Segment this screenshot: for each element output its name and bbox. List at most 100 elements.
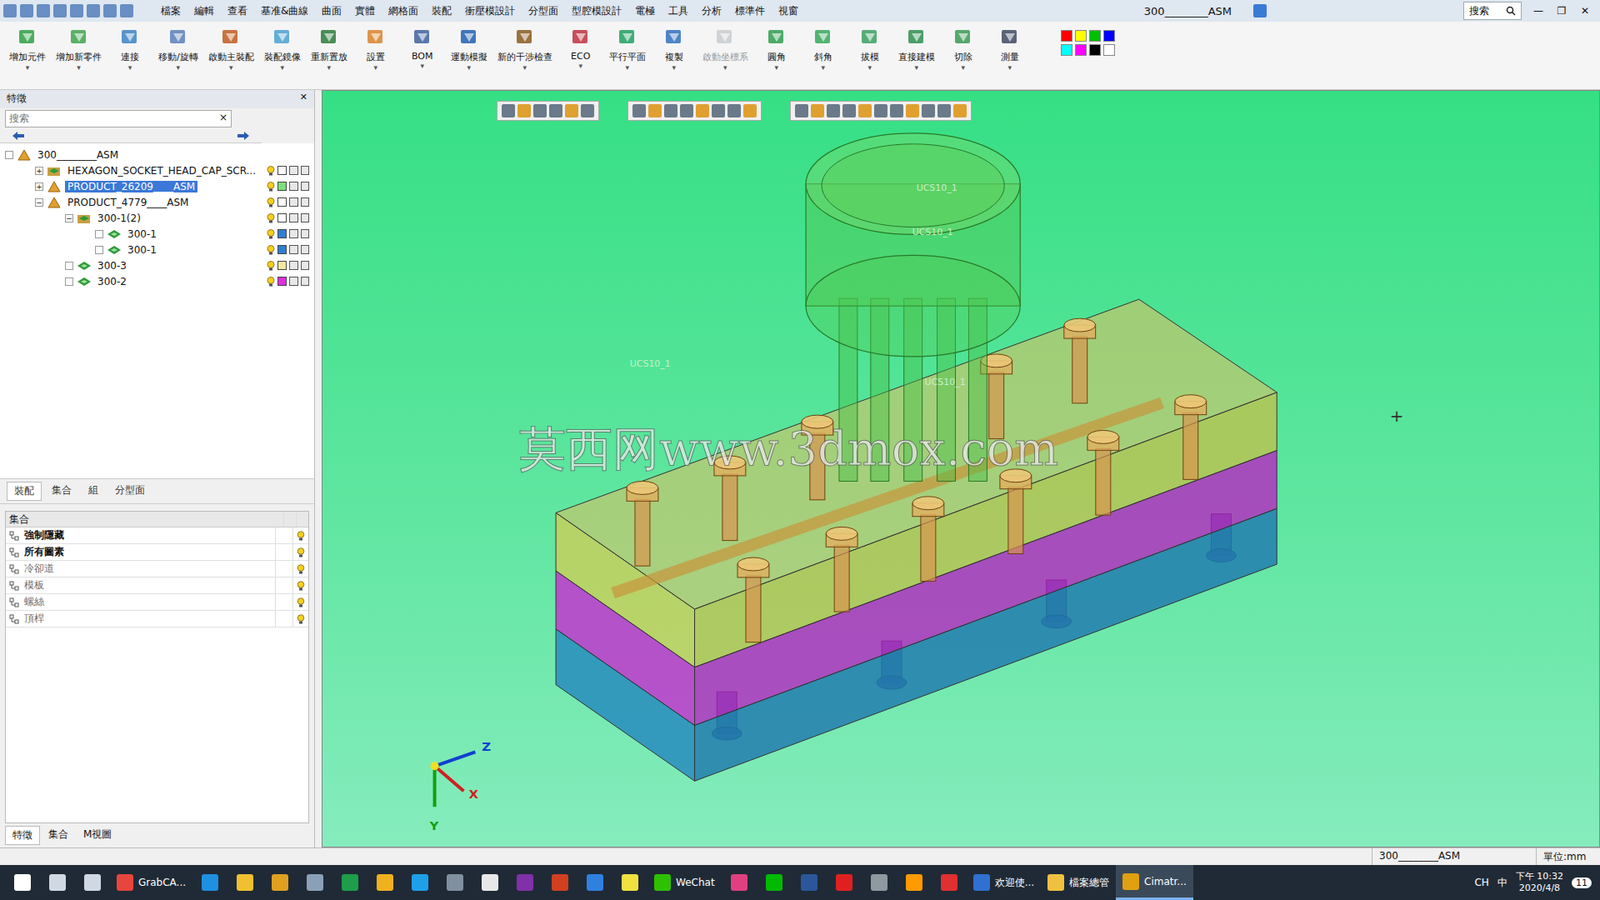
- toolbar-icon[interactable]: [53, 4, 67, 18]
- color-swatch[interactable]: [1089, 44, 1101, 56]
- search-field[interactable]: 搜索: [1463, 1, 1522, 20]
- bulb-icon[interactable]: [266, 229, 275, 240]
- back-arrow-icon[interactable]: [11, 130, 25, 141]
- set-row[interactable]: 模板: [5, 577, 309, 595]
- menu-item[interactable]: 工具: [662, 2, 695, 20]
- menu-item[interactable]: 衝壓模設計: [459, 2, 521, 20]
- menu-item[interactable]: 實體: [349, 2, 381, 20]
- ribbon-button[interactable]: 裝配鏡像 ▾: [261, 25, 304, 86]
- taskbar-app[interactable]: [756, 865, 792, 900]
- expand-toggle[interactable]: +: [35, 166, 44, 175]
- toolbar-icon[interactable]: [664, 104, 678, 118]
- close-button[interactable]: ✕: [300, 91, 308, 107]
- ribbon-button[interactable]: 測量 ▾: [989, 25, 1031, 86]
- tree-item[interactable]: + HEXAGON_SOCKET_HEAD_CAP_SCR...: [0, 162, 315, 179]
- color-swatch[interactable]: [1089, 30, 1101, 42]
- layer-icon[interactable]: [289, 276, 299, 286]
- taskbar-app[interactable]: [40, 865, 75, 900]
- panel-tab[interactable]: 組: [81, 481, 105, 501]
- set-row[interactable]: 所有圖素: [5, 544, 309, 561]
- set-row[interactable]: 強制隱藏: [5, 527, 309, 545]
- color-swatch[interactable]: [277, 276, 287, 286]
- toolbar-icon[interactable]: [953, 104, 967, 118]
- bulb-icon[interactable]: [266, 197, 275, 208]
- menu-item[interactable]: 編輯: [188, 2, 220, 20]
- ribbon-button[interactable]: 拔模 ▾: [849, 25, 891, 86]
- tree-item[interactable]: 300-3: [0, 257, 315, 274]
- ribbon-button[interactable]: 增加元件 ▾: [6, 25, 49, 86]
- menu-item[interactable]: 電極: [629, 2, 661, 20]
- menu-item[interactable]: 標準件: [729, 2, 771, 20]
- ribbon-button[interactable]: 重新置放 ▾: [308, 25, 350, 86]
- display-icon[interactable]: [277, 165, 287, 175]
- ribbon-button[interactable]: 圓角 ▾: [755, 25, 798, 86]
- color-swatch[interactable]: [277, 245, 287, 255]
- layer-icon[interactable]: [289, 181, 299, 191]
- expand-toggle[interactable]: [65, 277, 74, 286]
- toolbar-icon[interactable]: [743, 104, 757, 118]
- color-swatch[interactable]: [277, 181, 287, 191]
- toolbar-icon[interactable]: [874, 104, 888, 118]
- color-swatch[interactable]: [1060, 44, 1073, 56]
- tree-item[interactable]: − PRODUCT_4779____ASM: [0, 194, 315, 210]
- expand-toggle[interactable]: +: [35, 182, 44, 191]
- toolbar-icon[interactable]: [20, 4, 34, 18]
- color-swatch[interactable]: [277, 260, 287, 270]
- model-view[interactable]: UCS10_1UCS10_1UCS10_1UCS10_1莫西网www.3dmox…: [322, 90, 1600, 847]
- taskbar-app[interactable]: [5, 865, 40, 900]
- ribbon-button[interactable]: 斜角 ▾: [802, 25, 845, 86]
- menu-item[interactable]: 分型面: [522, 2, 565, 20]
- toolbar-icon[interactable]: [648, 104, 662, 118]
- taskbar-app[interactable]: [507, 865, 543, 900]
- taskbar-app[interactable]: [472, 865, 508, 900]
- bottom-tab[interactable]: 集合: [41, 825, 75, 845]
- ribbon-button[interactable]: BOM ▾: [401, 25, 444, 86]
- color-swatch[interactable]: [1075, 44, 1087, 56]
- ribbon-button[interactable]: ECO ▾: [560, 25, 602, 86]
- display-icon[interactable]: [277, 197, 287, 207]
- toolbar-icon[interactable]: [632, 104, 646, 118]
- bulb-icon[interactable]: [266, 165, 275, 176]
- tree-item[interactable]: + PRODUCT_26209____ASM: [0, 178, 315, 195]
- layer-icon[interactable]: [289, 245, 299, 255]
- lock-icon[interactable]: [300, 229, 310, 239]
- clock[interactable]: 下午 10:32 2020/4/8: [1515, 870, 1564, 895]
- taskbar-app[interactable]: GrabCA...: [110, 865, 193, 900]
- toolbar-icon[interactable]: [3, 4, 17, 18]
- color-swatch[interactable]: [1103, 30, 1115, 42]
- lock-icon[interactable]: [300, 197, 310, 207]
- bulb-icon[interactable]: [266, 213, 275, 224]
- menu-item[interactable]: 裝配: [425, 2, 458, 20]
- menu-item[interactable]: 視窗: [772, 2, 805, 20]
- bulb-icon[interactable]: [266, 276, 275, 287]
- lock-icon[interactable]: [300, 245, 310, 255]
- layer-icon[interactable]: [289, 197, 299, 207]
- toolbar-icon[interactable]: [580, 104, 595, 118]
- menu-item[interactable]: 曲面: [315, 2, 348, 20]
- taskbar-app[interactable]: [367, 865, 403, 900]
- color-swatch[interactable]: [1075, 30, 1087, 42]
- window-button[interactable]: ❐: [1550, 5, 1574, 17]
- taskbar-app[interactable]: Cimatr...: [1115, 865, 1194, 900]
- taskbar-app[interactable]: 檔案總管: [1040, 865, 1116, 900]
- window-button[interactable]: —: [1526, 5, 1550, 17]
- toolbar-icon[interactable]: [905, 104, 920, 118]
- toolbar-icon[interactable]: [680, 104, 694, 118]
- document-icon[interactable]: [1253, 4, 1267, 18]
- expand-toggle[interactable]: −: [65, 214, 74, 223]
- ribbon-button[interactable]: 啟動主裝配 ▾: [205, 25, 257, 86]
- toolbar-icon[interactable]: [937, 104, 951, 118]
- bulb-icon[interactable]: [266, 245, 275, 255]
- color-swatch[interactable]: [1103, 44, 1115, 56]
- panel-tab[interactable]: 分型面: [108, 481, 152, 501]
- taskbar-app[interactable]: [402, 865, 438, 900]
- expand-toggle[interactable]: [5, 150, 14, 160]
- taskbar-app[interactable]: [791, 865, 827, 900]
- layer-icon[interactable]: [289, 213, 299, 223]
- layer-icon[interactable]: [289, 165, 299, 175]
- tree-search[interactable]: 搜索 ×: [5, 110, 232, 128]
- lock-icon[interactable]: [300, 165, 310, 175]
- color-swatch[interactable]: [1060, 30, 1073, 42]
- taskbar-app[interactable]: [861, 865, 897, 900]
- layer-icon[interactable]: [289, 260, 299, 270]
